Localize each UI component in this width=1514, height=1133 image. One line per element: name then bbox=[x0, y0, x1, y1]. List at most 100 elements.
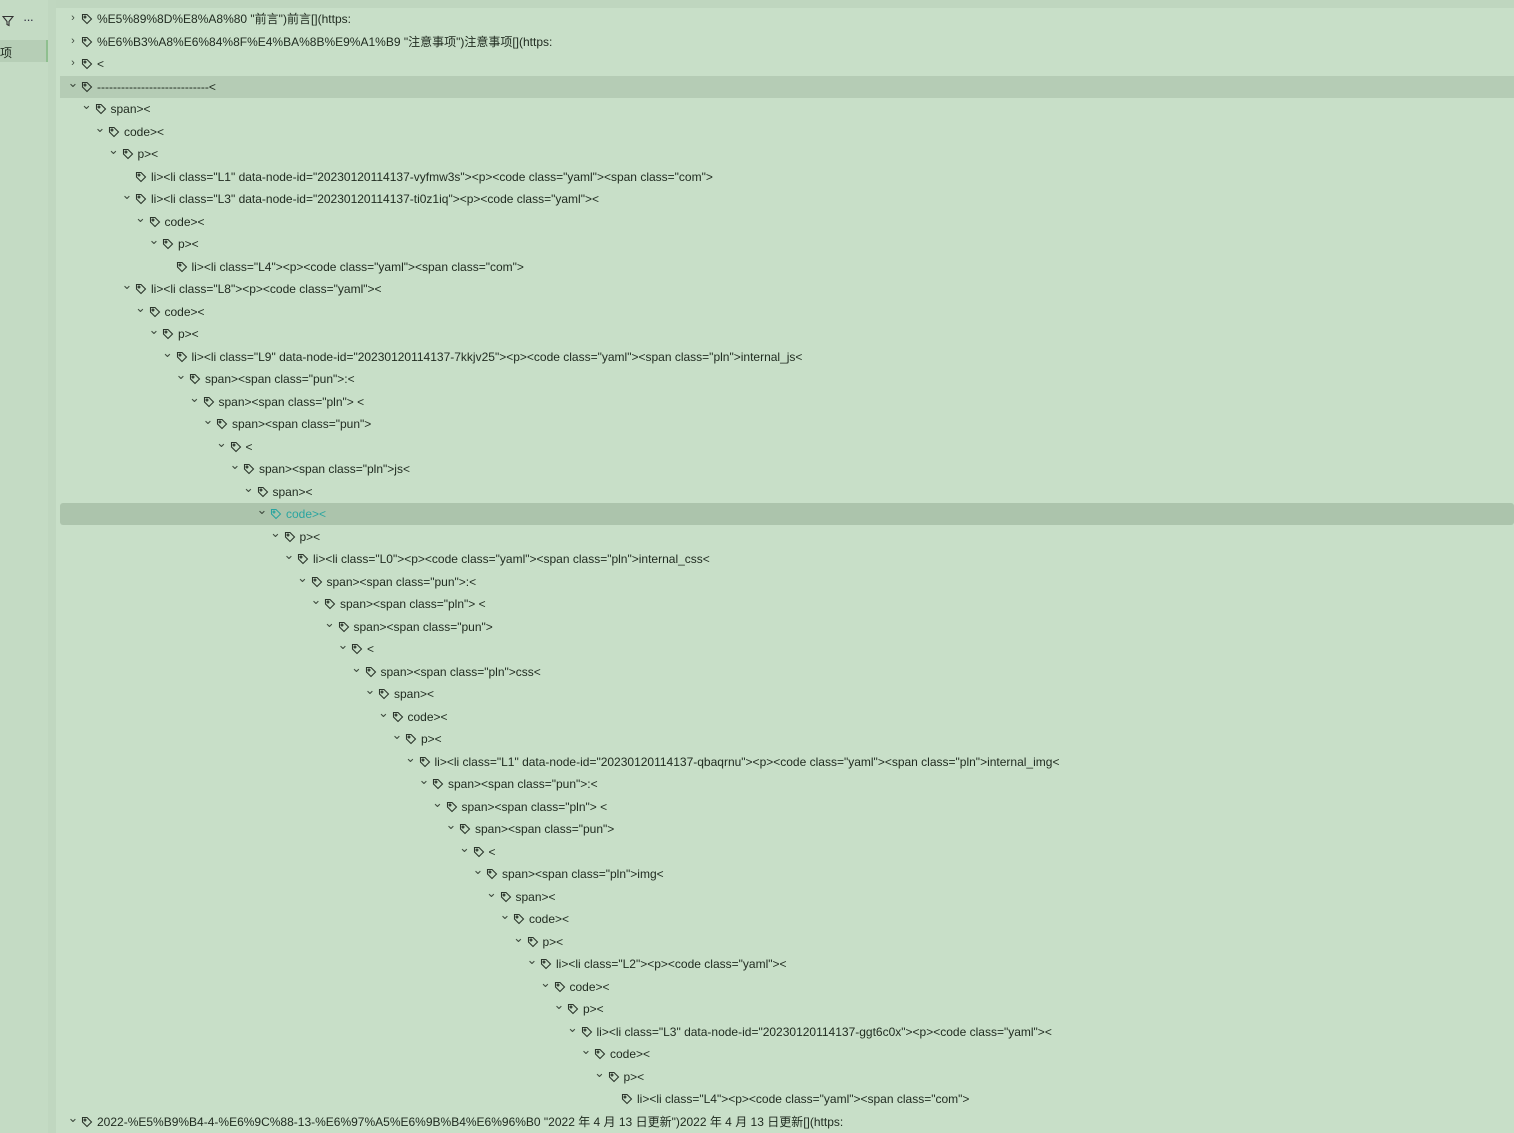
chevron-down-icon[interactable]: ⌄ bbox=[135, 211, 147, 224]
chevron-right-icon[interactable]: › bbox=[67, 57, 79, 69]
chevron-down-icon[interactable]: ⌄ bbox=[243, 481, 255, 494]
tree-row[interactable]: ⌄ code>< bbox=[60, 1043, 1514, 1065]
tree-row[interactable]: li><li class="L4"><p><code class="yaml">… bbox=[60, 1088, 1514, 1110]
chevron-right-icon[interactable]: › bbox=[67, 35, 79, 47]
chevron-down-icon[interactable]: ⌄ bbox=[459, 841, 471, 854]
tree-row[interactable]: ⌄ li><li class="L1" data-node-id="2023012… bbox=[60, 751, 1514, 773]
chevron-down-icon[interactable]: ⌄ bbox=[351, 661, 363, 674]
chevron-down-icon[interactable]: ⌄ bbox=[81, 98, 93, 111]
tree-row[interactable]: ⌄ li><li class="L3" data-node-id="2023012… bbox=[60, 1021, 1514, 1043]
tree-row[interactable]: ⌄ p>< bbox=[60, 526, 1514, 548]
tree-row[interactable]: ⌄ p>< bbox=[60, 728, 1514, 750]
chevron-down-icon[interactable]: ⌄ bbox=[297, 571, 309, 584]
tree-row[interactable]: ⌄ span><span class="pln"> < bbox=[60, 593, 1514, 615]
tree-row[interactable]: › < bbox=[60, 53, 1514, 75]
tree-row[interactable]: ⌄ < bbox=[60, 436, 1514, 458]
chevron-down-icon[interactable]: ⌄ bbox=[229, 458, 241, 471]
tree-row[interactable]: ⌄ span><span class="pun"> bbox=[60, 616, 1514, 638]
tree-row[interactable]: ⌄ span>< bbox=[60, 886, 1514, 908]
tree-row[interactable]: ⌄ span><span class="pun">:< bbox=[60, 571, 1514, 593]
tree-row[interactable]: ⌄ 2022-%E5%B9%B4-4-%E6%9C%88-13-%E6%97%A5… bbox=[60, 1111, 1514, 1133]
chevron-down-icon[interactable]: ⌄ bbox=[121, 278, 133, 291]
chevron-down-icon[interactable]: ⌄ bbox=[162, 346, 174, 359]
tree-row[interactable]: ⌄ span>< bbox=[60, 683, 1514, 705]
tree-row[interactable]: ⌄ code>< bbox=[60, 976, 1514, 998]
tree-row[interactable]: ⌄ p>< bbox=[60, 323, 1514, 345]
chevron-down-icon[interactable]: ⌄ bbox=[391, 728, 403, 741]
tree-row[interactable]: ⌄ span><span class="pun">:< bbox=[60, 773, 1514, 795]
more-options-icon[interactable]: ··· bbox=[23, 12, 34, 27]
chevron-down-icon[interactable]: ⌄ bbox=[310, 593, 322, 606]
filter-icon[interactable] bbox=[2, 15, 14, 27]
tree-row[interactable]: ⌄ span><span class="pln">js< bbox=[60, 458, 1514, 480]
chevron-down-icon[interactable]: ⌄ bbox=[540, 976, 552, 989]
tree-row[interactable]: ⌄ li><li class="L0"><p><code class="yaml"… bbox=[60, 548, 1514, 570]
tree-row[interactable]: li><li class="L4"><p><code class="yaml">… bbox=[60, 256, 1514, 278]
tree-row[interactable]: ⌄ p>< bbox=[60, 1066, 1514, 1088]
tree-row[interactable]: ⌄ code>< bbox=[60, 301, 1514, 323]
chevron-down-icon[interactable]: ⌄ bbox=[67, 76, 79, 89]
tree-row[interactable]: ⌄ span><span class="pln"> < bbox=[60, 796, 1514, 818]
tree-row[interactable]: › %E6%B3%A8%E6%84%8F%E4%BA%8B%E9%A1%B9 "注… bbox=[60, 31, 1514, 53]
tree-row[interactable]: ⌄ code>< bbox=[60, 211, 1514, 233]
tree-row[interactable]: ⌄ < bbox=[60, 638, 1514, 660]
chevron-down-icon[interactable]: ⌄ bbox=[553, 998, 565, 1011]
tree-row[interactable]: ⌄ code>< bbox=[60, 503, 1514, 525]
chevron-down-icon[interactable]: ⌄ bbox=[580, 1043, 592, 1056]
chevron-down-icon[interactable]: ⌄ bbox=[175, 368, 187, 381]
sidebar-item[interactable]: 项 bbox=[0, 40, 48, 62]
chevron-down-icon[interactable]: ⌄ bbox=[378, 706, 390, 719]
chevron-down-icon[interactable]: ⌄ bbox=[513, 931, 525, 944]
chevron-down-icon[interactable]: ⌄ bbox=[418, 773, 430, 786]
chevron-down-icon[interactable]: ⌄ bbox=[256, 503, 268, 516]
chevron-down-icon[interactable]: ⌄ bbox=[108, 143, 120, 156]
chevron-down-icon[interactable]: ⌄ bbox=[405, 751, 417, 764]
tree-row[interactable]: ⌄ p>< bbox=[60, 233, 1514, 255]
tree-row[interactable]: ⌄ li><li class="L8"><p><code class="yaml"… bbox=[60, 278, 1514, 300]
chevron-down-icon[interactable]: ⌄ bbox=[594, 1066, 606, 1079]
tree-row[interactable]: ⌄ p>< bbox=[60, 998, 1514, 1020]
chevron-down-icon[interactable]: ⌄ bbox=[67, 1111, 79, 1124]
tree-row[interactable]: ⌄ span><span class="pln">css< bbox=[60, 661, 1514, 683]
chevron-down-icon[interactable]: ⌄ bbox=[364, 683, 376, 696]
tree-row[interactable]: ⌄ li><li class="L2"><p><code class="yaml"… bbox=[60, 953, 1514, 975]
chevron-down-icon[interactable]: ⌄ bbox=[270, 526, 282, 539]
chevron-down-icon[interactable]: ⌄ bbox=[216, 436, 228, 449]
tree-row[interactable]: ⌄ li><li class="L9" data-node-id="2023012… bbox=[60, 346, 1514, 368]
tree-row[interactable]: ⌄ p>< bbox=[60, 143, 1514, 165]
chevron-down-icon[interactable]: ⌄ bbox=[567, 1021, 579, 1034]
tree-row[interactable]: ⌄ li><li class="L3" data-node-id="2023012… bbox=[60, 188, 1514, 210]
tree-row[interactable]: › %E5%89%8D%E8%A8%80 "前言")前言[](https: bbox=[60, 8, 1514, 30]
tree-row[interactable]: ⌄ code>< bbox=[60, 121, 1514, 143]
tree-row[interactable]: ⌄ span>< bbox=[60, 98, 1514, 120]
chevron-down-icon[interactable]: ⌄ bbox=[499, 908, 511, 921]
chevron-down-icon[interactable]: ⌄ bbox=[472, 863, 484, 876]
chevron-down-icon[interactable]: ⌄ bbox=[148, 233, 160, 246]
tree-row[interactable]: ⌄ span><span class="pln">img< bbox=[60, 863, 1514, 885]
chevron-down-icon[interactable]: ⌄ bbox=[432, 796, 444, 809]
chevron-down-icon[interactable]: ⌄ bbox=[283, 548, 295, 561]
chevron-down-icon[interactable]: ⌄ bbox=[94, 121, 106, 134]
tree-row[interactable]: ⌄ code>< bbox=[60, 706, 1514, 728]
chevron-down-icon[interactable]: ⌄ bbox=[189, 391, 201, 404]
tree-row[interactable]: ⌄ span>< bbox=[60, 481, 1514, 503]
tree-row[interactable]: ⌄ span><span class="pun"> bbox=[60, 413, 1514, 435]
chevron-down-icon[interactable]: ⌄ bbox=[486, 886, 498, 899]
chevron-down-icon[interactable]: ⌄ bbox=[324, 616, 336, 629]
tree-row[interactable]: ⌄ < bbox=[60, 841, 1514, 863]
chevron-right-icon[interactable]: › bbox=[67, 12, 79, 24]
chevron-down-icon[interactable]: ⌄ bbox=[121, 188, 133, 201]
tree-row[interactable]: ⌄ span><span class="pun"> bbox=[60, 818, 1514, 840]
tree-row[interactable]: ⌄ p>< bbox=[60, 931, 1514, 953]
tree-row[interactable]: ⌄ span><span class="pun">:< bbox=[60, 368, 1514, 390]
chevron-down-icon[interactable]: ⌄ bbox=[337, 638, 349, 651]
chevron-down-icon[interactable]: ⌄ bbox=[526, 953, 538, 966]
chevron-down-icon[interactable]: ⌄ bbox=[445, 818, 457, 831]
tree-row[interactable]: ⌄ code>< bbox=[60, 908, 1514, 930]
tree-row[interactable]: ⌄ span><span class="pln"> < bbox=[60, 391, 1514, 413]
chevron-down-icon[interactable]: ⌄ bbox=[135, 301, 147, 314]
tree-row[interactable]: li><li class="L1" data-node-id="20230120… bbox=[60, 166, 1514, 188]
chevron-down-icon[interactable]: ⌄ bbox=[202, 413, 214, 426]
chevron-down-icon[interactable]: ⌄ bbox=[148, 323, 160, 336]
tree-row[interactable]: ⌄ ----------------------------< bbox=[60, 75, 1514, 98]
